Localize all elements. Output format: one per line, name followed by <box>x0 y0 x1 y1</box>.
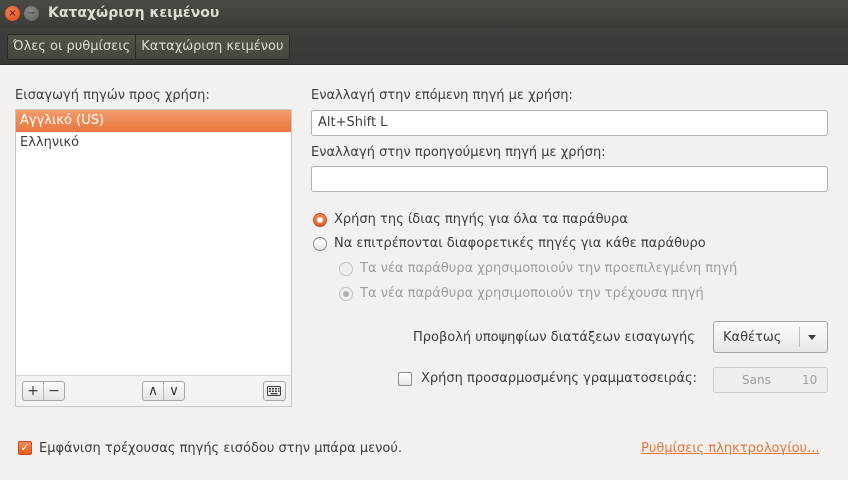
radio-new-current-label: Τα νέα παράθυρα χρησιμοποιούν την τρέχου… <box>360 286 704 301</box>
radio-new-default: Τα νέα παράθυρα χρησιμοποιούν την προεπι… <box>339 261 737 276</box>
minimize-icon: − <box>27 8 36 19</box>
radio-indicator <box>339 261 353 276</box>
radio-indicator <box>339 286 353 301</box>
input-sources-label: Εισαγωγή πηγών προς χρήση: <box>15 88 210 103</box>
radio-indicator[interactable] <box>313 212 327 227</box>
candidates-label: Προβολή υποψηφίων διατάξεων εισαγωγής <box>413 330 695 345</box>
radio-per-window-label: Να επιτρέπονται διαφορετικές πηγές για κ… <box>334 236 706 251</box>
next-source-shortcut-field[interactable]: Alt+Shift L <box>311 110 828 136</box>
combo-separator <box>799 327 800 347</box>
keyboard-icon <box>264 382 284 400</box>
next-source-label: Εναλλαγή στην επόμενη πηγή με χρήση: <box>311 88 573 103</box>
candidates-orientation-select[interactable]: Καθέτως <box>713 321 828 353</box>
custom-font-label: Χρήση προσαρμοσμένης γραμματοσειράς: <box>421 371 698 386</box>
breadcrumb-current[interactable]: Καταχώριση κειμένου <box>135 35 289 59</box>
move-down-button[interactable]: ∨ <box>163 382 184 400</box>
breadcrumb-all-settings[interactable]: Όλες οι ρυθμίσεις <box>8 35 136 59</box>
add-source-button[interactable]: + <box>23 382 43 400</box>
prev-source-shortcut-field[interactable] <box>311 166 828 192</box>
custom-font-checkbox[interactable] <box>398 372 412 386</box>
remove-source-button[interactable]: − <box>43 382 64 400</box>
move-up-button[interactable]: ∧ <box>143 382 163 400</box>
chevron-down-icon <box>808 335 816 340</box>
keyboard-settings-link[interactable]: Ρυθμίσεις πληκτρολογίου... <box>641 441 819 456</box>
input-sources-list: Αγγλικό (US) Ελληνικό + − ∧ ∨ <box>15 109 292 407</box>
radio-indicator[interactable] <box>313 236 327 251</box>
show-indicator-checkbox[interactable]: ✓ <box>18 441 32 455</box>
radio-new-default-label: Τα νέα παράθυρα χρησιμοποιούν την προεπι… <box>360 261 738 276</box>
list-toolbar: + − ∧ ∨ <box>16 375 291 406</box>
radio-new-current: Τα νέα παράθυρα χρησιμοποιούν την τρέχου… <box>339 286 704 301</box>
font-chooser-button: Sans 10 <box>713 367 828 393</box>
minimize-button[interactable]: − <box>24 6 39 21</box>
font-name: Sans <box>742 373 771 387</box>
candidates-value: Καθέτως <box>723 330 782 345</box>
close-icon: × <box>8 8 17 19</box>
list-item[interactable]: Αγγλικό (US) <box>16 110 291 132</box>
move-group: ∧ ∨ <box>142 381 185 401</box>
window-title: Καταχώριση κειμένου <box>48 5 220 21</box>
font-size: 10 <box>802 373 818 387</box>
checkmark-icon: ✓ <box>20 441 30 454</box>
radio-same-source[interactable]: Χρήση της ίδιας πηγής για όλα τα παράθυρ… <box>313 212 628 227</box>
show-indicator-label: Εμφάνιση τρέχουσας πηγής εισόδου στην μπ… <box>39 441 402 456</box>
list-item[interactable]: Ελληνικό <box>16 132 291 154</box>
add-remove-group: + − <box>22 381 65 401</box>
toolbar: Όλες οι ρυθμίσεις Καταχώριση κειμένου <box>0 28 848 65</box>
close-button[interactable]: × <box>5 6 20 21</box>
keyboard-layout-button[interactable] <box>263 381 286 401</box>
title-bar: × − Καταχώριση κειμένου <box>0 0 848 28</box>
radio-per-window-source[interactable]: Να επιτρέπονται διαφορετικές πηγές για κ… <box>313 236 706 251</box>
prev-source-label: Εναλλαγή στην προηγούμενη πηγή με χρήση: <box>311 145 606 160</box>
radio-same-source-label: Χρήση της ίδιας πηγής για όλα τα παράθυρ… <box>334 212 628 227</box>
breadcrumb: Όλες οι ρυθμίσεις Καταχώριση κειμένου <box>7 34 290 60</box>
